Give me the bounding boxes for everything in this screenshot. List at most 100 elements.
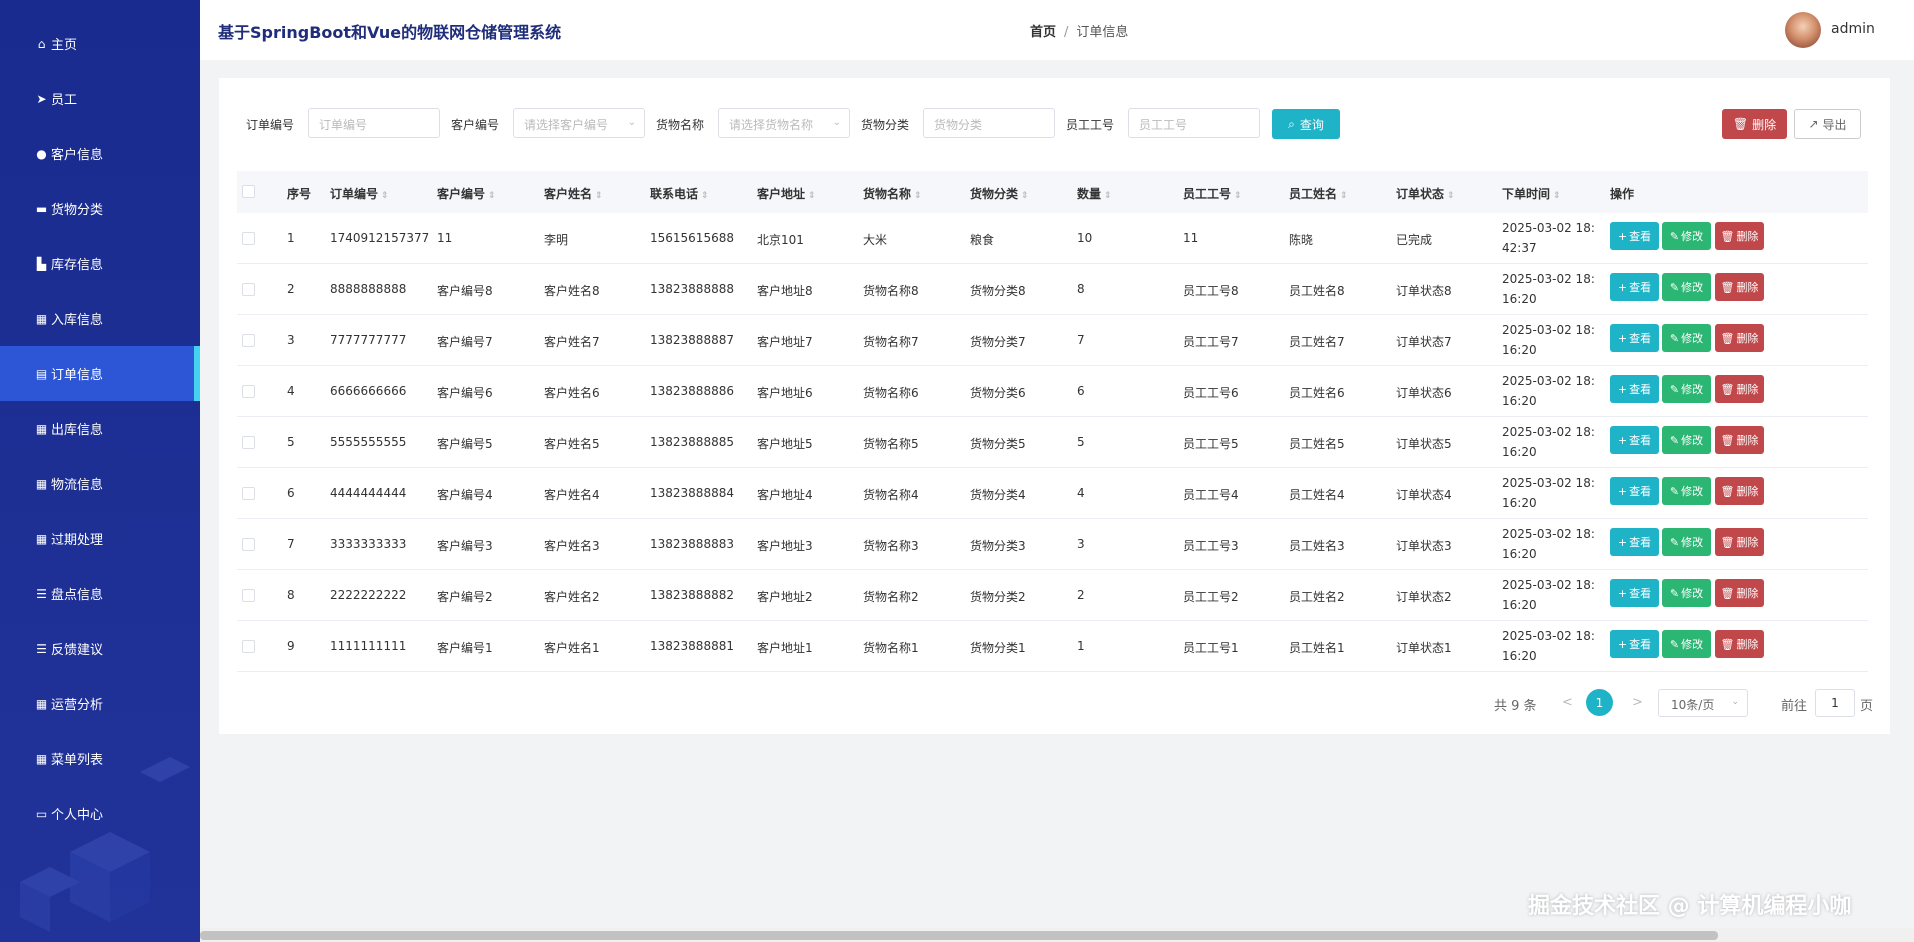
sort-icon[interactable]: ⇕ (1553, 191, 1561, 201)
edit-button[interactable]: ✎ 修改 (1662, 375, 1711, 403)
column-header[interactable]: 订单编号 ⇕ (330, 185, 389, 202)
view-button[interactable]: + 查看 (1610, 324, 1659, 352)
prev-page-button[interactable]: < (1562, 695, 1573, 710)
sort-icon[interactable]: ⇕ (1021, 191, 1029, 201)
sidebar-item-11[interactable]: ☰ 盘点信息 (0, 566, 200, 621)
edit-button[interactable]: ✎ 修改 (1662, 324, 1711, 352)
sort-icon[interactable]: ⇕ (1104, 191, 1112, 201)
goods-name-select[interactable]: 请选择货物名称 ⌄ (718, 108, 850, 138)
delete-button[interactable]: 🗑 删除 (1715, 426, 1764, 454)
edit-button[interactable]: ✎ 修改 (1662, 426, 1711, 454)
goods-category-input[interactable]: 货物分类 (923, 108, 1055, 138)
sidebar-item-1[interactable]: ⌂ 主页 (0, 16, 200, 71)
sidebar-item-12[interactable]: ☰ 反馈建议 (0, 621, 200, 676)
batch-delete-button[interactable]: 🗑 删除 (1722, 109, 1787, 139)
page-size-select[interactable]: 10条/页 ⌄ (1658, 689, 1748, 717)
sidebar-item-7[interactable]: ▤ 订单信息 (0, 346, 200, 401)
next-page-button[interactable]: > (1632, 695, 1643, 710)
row-checkbox[interactable] (242, 538, 255, 551)
scrollbar-thumb[interactable] (200, 931, 1718, 940)
sidebar-item-15[interactable]: ▭ 个人中心 (0, 786, 200, 841)
column-header[interactable]: 客户地址 ⇕ (757, 185, 816, 202)
delete-button[interactable]: 🗑 删除 (1715, 324, 1764, 352)
sidebar-item-label: 库存信息 (51, 258, 104, 273)
sidebar-item-10[interactable]: ▦ 过期处理 (0, 511, 200, 566)
view-button[interactable]: + 查看 (1610, 528, 1659, 556)
customer-no-select[interactable]: 请选择客户编号 ⌄ (513, 108, 645, 138)
sidebar-item-2[interactable]: ➤ 员工 (0, 71, 200, 126)
edit-button[interactable]: ✎ 修改 (1662, 579, 1711, 607)
delete-button[interactable]: 🗑 删除 (1715, 375, 1764, 403)
sidebar-item-3[interactable]: ● 客户信息 (0, 126, 200, 181)
sidebar-item-6[interactable]: ▦ 入库信息 (0, 291, 200, 346)
delete-button[interactable]: 🗑 删除 (1715, 222, 1764, 250)
sidebar-item-5[interactable]: ▙ 库存信息 (0, 236, 200, 291)
order-no-input[interactable]: 订单编号 (308, 108, 440, 138)
view-button[interactable]: + 查看 (1610, 273, 1659, 301)
export-button[interactable]: ↗ 导出 (1794, 109, 1861, 139)
column-header[interactable]: 数量 ⇕ (1077, 185, 1112, 202)
sidebar-item-4[interactable]: ▬ 货物分类 (0, 181, 200, 236)
row-checkbox[interactable] (242, 283, 255, 296)
column-header[interactable]: 客户姓名 ⇕ (544, 185, 603, 202)
sidebar-item-14[interactable]: ▦ 菜单列表 (0, 731, 200, 786)
row-checkbox[interactable] (242, 436, 255, 449)
goto-page-input[interactable]: 1 (1815, 689, 1855, 717)
row-checkbox[interactable] (242, 232, 255, 245)
column-header[interactable]: 下单时间 ⇕ (1502, 185, 1561, 202)
breadcrumb-home[interactable]: 首页 (1030, 25, 1056, 40)
column-header[interactable]: 客户编号 ⇕ (437, 185, 496, 202)
row-checkbox[interactable] (242, 334, 255, 347)
view-button[interactable]: + 查看 (1610, 579, 1659, 607)
column-header[interactable]: 货物名称 ⇕ (863, 185, 922, 202)
username[interactable]: admin (1831, 21, 1875, 37)
table-cell: 客户编号3 (437, 539, 493, 553)
delete-button[interactable]: 🗑 删除 (1715, 273, 1764, 301)
column-header[interactable]: 员工姓名 ⇕ (1289, 185, 1348, 202)
view-button[interactable]: + 查看 (1610, 477, 1659, 505)
sidebar-item-8[interactable]: ▦ 出库信息 (0, 401, 200, 456)
edit-button[interactable]: ✎ 修改 (1662, 477, 1711, 505)
page-number-current[interactable]: 1 (1586, 689, 1613, 716)
edit-button[interactable]: ✎ 修改 (1662, 273, 1711, 301)
sort-icon[interactable]: ⇕ (595, 191, 603, 201)
row-checkbox[interactable] (242, 385, 255, 398)
delete-button[interactable]: 🗑 删除 (1715, 477, 1764, 505)
view-button[interactable]: + 查看 (1610, 222, 1659, 250)
horizontal-scrollbar[interactable] (200, 928, 1914, 942)
delete-button[interactable]: 🗑 删除 (1715, 579, 1764, 607)
view-button[interactable]: + 查看 (1610, 426, 1659, 454)
column-header[interactable]: 货物分类 ⇕ (970, 185, 1029, 202)
column-header[interactable]: 订单状态 ⇕ (1396, 185, 1455, 202)
view-button[interactable]: + 查看 (1610, 375, 1659, 403)
sidebar-item-13[interactable]: ▦ 运营分析 (0, 676, 200, 731)
row-checkbox[interactable] (242, 487, 255, 500)
sort-icon[interactable]: ⇕ (914, 191, 922, 201)
edit-button[interactable]: ✎ 修改 (1662, 222, 1711, 250)
avatar[interactable] (1785, 12, 1821, 48)
query-button[interactable]: ⌕ 查询 (1272, 109, 1340, 139)
sort-icon[interactable]: ⇕ (1234, 191, 1242, 201)
delete-button[interactable]: 🗑 删除 (1715, 630, 1764, 658)
select-all-checkbox[interactable] (242, 185, 255, 198)
view-button[interactable]: + 查看 (1610, 630, 1659, 658)
sort-icon[interactable]: ⇕ (1447, 191, 1455, 201)
sidebar-item-9[interactable]: ▦ 物流信息 (0, 456, 200, 511)
trash-icon: 🗑 (1720, 586, 1735, 600)
delete-button[interactable]: 🗑 删除 (1715, 528, 1764, 556)
column-header[interactable]: 员工工号 ⇕ (1183, 185, 1242, 202)
table-cell: 货物分类6 (970, 386, 1026, 400)
table-cell: 客户编号4 (437, 488, 493, 502)
sort-icon[interactable]: ⇕ (381, 191, 389, 201)
send-icon: ➤ (36, 91, 47, 106)
edit-button[interactable]: ✎ 修改 (1662, 528, 1711, 556)
row-checkbox[interactable] (242, 589, 255, 602)
row-checkbox[interactable] (242, 640, 255, 653)
sort-icon[interactable]: ⇕ (1340, 191, 1348, 201)
employee-no-input[interactable]: 员工工号 (1128, 108, 1260, 138)
sort-icon[interactable]: ⇕ (488, 191, 496, 201)
edit-button[interactable]: ✎ 修改 (1662, 630, 1711, 658)
sort-icon[interactable]: ⇕ (701, 191, 709, 201)
column-header[interactable]: 联系电话 ⇕ (650, 185, 709, 202)
sort-icon[interactable]: ⇕ (808, 191, 816, 201)
